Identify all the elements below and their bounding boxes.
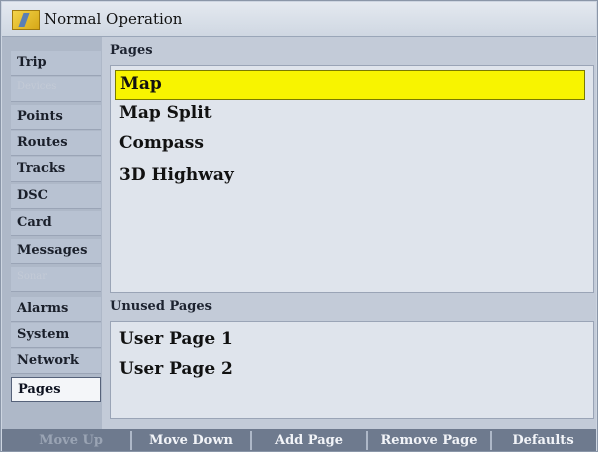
tab-system[interactable]: System [11,323,101,348]
main-panel: Pages Map Map Split Compass 3D Highway U… [102,37,596,429]
page-item-compass[interactable]: Compass [115,130,585,160]
add-page-button[interactable]: Add Page [250,431,366,450]
window-frame: Normal Operation Trip Devices Points Rou… [0,0,598,452]
tab-devices: Devices [11,77,101,102]
tab-routes[interactable]: Routes [11,131,101,156]
page-item-3d-highway[interactable]: 3D Highway [115,162,585,192]
pages-list[interactable]: Map Map Split Compass 3D Highway [110,65,594,293]
tab-alarms[interactable]: Alarms [11,297,101,322]
tab-card[interactable]: Card [11,211,101,236]
page-item-map-split[interactable]: Map Split [115,100,585,130]
window-title: Normal Operation [44,10,183,28]
softkey-bar: Move Up Move Down Add Page Remove Page D… [2,429,596,451]
tab-points[interactable]: Points [11,105,101,130]
remove-page-button[interactable]: Remove Page [366,431,490,450]
sidebar: Trip Devices Points Routes Tracks DSC Ca… [2,37,102,429]
unused-item-user-page-1[interactable]: User Page 1 [115,326,585,356]
pages-header: Pages [110,43,153,58]
tab-sonar: Sonar [11,267,101,292]
move-down-button[interactable]: Move Down [130,431,250,450]
unused-pages-list[interactable]: User Page 1 User Page 2 [110,321,594,419]
page-item-map[interactable]: Map [115,70,585,100]
tab-trip[interactable]: Trip [11,51,101,76]
unused-pages-header: Unused Pages [110,299,212,314]
tab-network[interactable]: Network [11,349,101,374]
tab-messages[interactable]: Messages [11,239,101,264]
move-up-button[interactable]: Move Up [12,431,130,450]
tab-dsc[interactable]: DSC [11,184,101,209]
defaults-button[interactable]: Defaults [490,431,594,450]
unused-item-user-page-2[interactable]: User Page 2 [115,356,585,386]
tab-pages[interactable]: Pages [11,377,101,402]
title-bar: Normal Operation [2,2,596,37]
garmin-app-icon [12,10,40,30]
tab-tracks[interactable]: Tracks [11,157,101,182]
